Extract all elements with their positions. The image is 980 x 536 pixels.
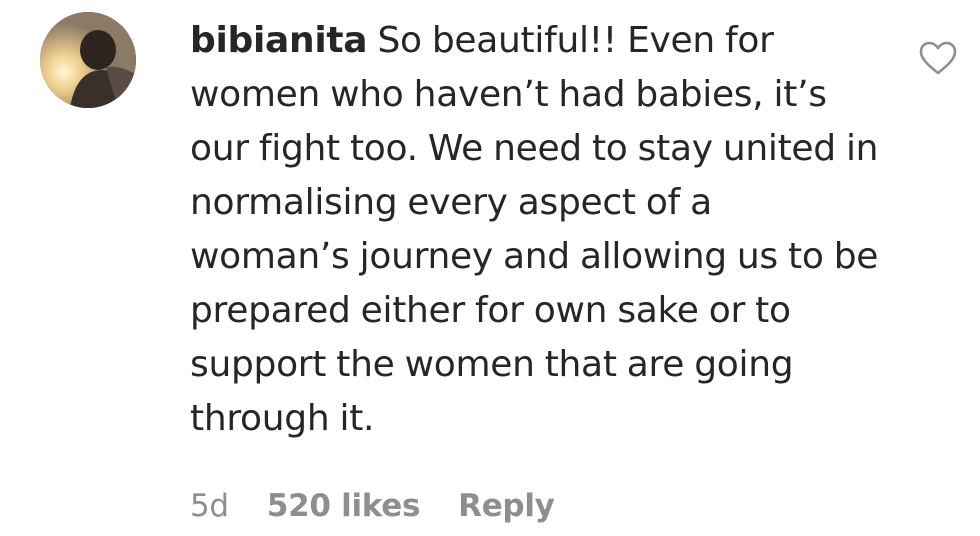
comment-timestamp[interactable]: 5d: [190, 488, 229, 524]
comment-body: bibianita So beautiful!! Even for women …: [190, 14, 880, 446]
comment-meta: 5d 520 likes Reply: [190, 484, 555, 528]
reply-button[interactable]: Reply: [458, 488, 555, 524]
comment-likes-count[interactable]: 520 likes: [267, 488, 421, 524]
like-button[interactable]: [918, 40, 958, 76]
avatar-photo: [40, 12, 136, 108]
comment-text: So beautiful!! Even for women who haven’…: [190, 20, 879, 439]
avatar[interactable]: [40, 12, 136, 108]
heart-outline-icon: [919, 41, 957, 75]
comment: bibianita So beautiful!! Even for women …: [0, 0, 980, 536]
comment-username[interactable]: bibianita: [190, 20, 368, 61]
